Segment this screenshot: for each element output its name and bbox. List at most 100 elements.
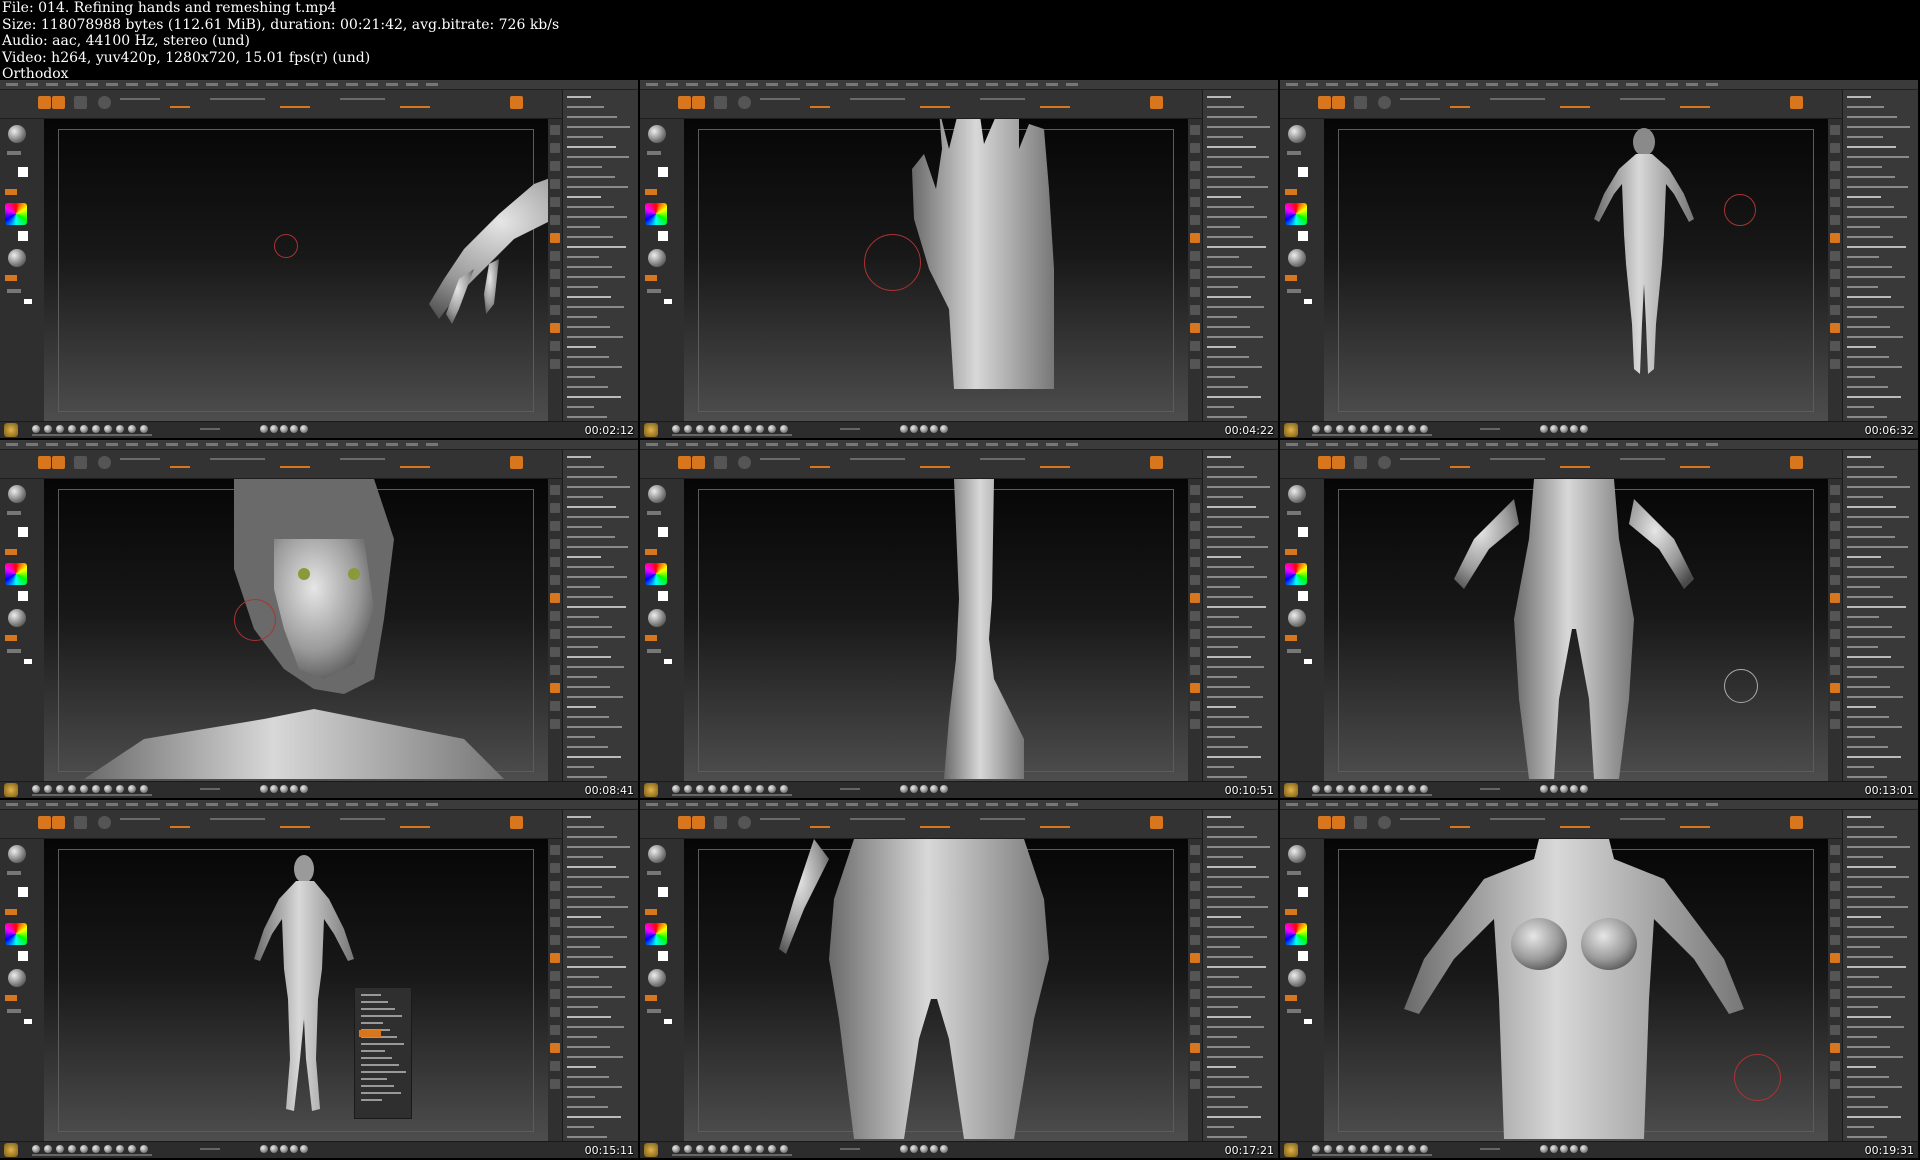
palette-entry[interactable]: [1847, 1106, 1888, 1108]
palette-entry[interactable]: [1847, 156, 1909, 158]
view-control-button[interactable]: [1190, 215, 1200, 225]
view-control-button[interactable]: [550, 845, 560, 855]
stroke-option[interactable]: [7, 871, 21, 875]
palette-entry[interactable]: [567, 566, 614, 568]
view-control-button[interactable]: [1830, 1061, 1840, 1071]
brush-preset-icon[interactable]: [1420, 1145, 1428, 1153]
material-preset-icon[interactable]: [900, 785, 908, 793]
canvas-viewport[interactable]: [684, 119, 1188, 422]
color-swatch[interactable]: [664, 659, 672, 664]
palette-entry[interactable]: [1207, 346, 1236, 348]
view-control-button[interactable]: [550, 503, 560, 513]
canvas-viewport[interactable]: [684, 839, 1188, 1142]
brush-preset-icon[interactable]: [1312, 1145, 1320, 1153]
palette-entry[interactable]: [1847, 246, 1906, 248]
view-control-button[interactable]: [1190, 539, 1200, 549]
toolbar-slider[interactable]: [920, 826, 950, 828]
brush-preset-icon[interactable]: [1408, 425, 1416, 433]
palette-entry[interactable]: [567, 206, 614, 208]
palette-entry[interactable]: [1207, 266, 1252, 268]
view-control-button[interactable]: [1190, 935, 1200, 945]
palette-entry[interactable]: [1207, 576, 1267, 578]
palette-entry[interactable]: [567, 256, 599, 258]
color-picker[interactable]: [1285, 923, 1307, 945]
brush-preset-icon[interactable]: [732, 785, 740, 793]
palette-entry[interactable]: [1207, 726, 1262, 728]
menu-item[interactable]: [1586, 443, 1598, 446]
menu-item[interactable]: [966, 443, 978, 446]
menu-item[interactable]: [326, 803, 338, 806]
toolbar-slider[interactable]: [170, 106, 190, 108]
toolbar-slider[interactable]: [1400, 98, 1440, 100]
menu-item[interactable]: [146, 443, 158, 446]
secondary-color-swatch[interactable]: [18, 951, 28, 961]
brush-preset-icon[interactable]: [1372, 785, 1380, 793]
palette-entry[interactable]: [1207, 216, 1267, 218]
menu-item[interactable]: [1586, 83, 1598, 86]
brush-sphere-icon[interactable]: [1288, 125, 1306, 143]
brush-preset-icon[interactable]: [672, 1145, 680, 1153]
toolbar-slider[interactable]: [760, 98, 800, 100]
color-swatch[interactable]: [664, 299, 672, 304]
toolbar-slider[interactable]: [120, 458, 160, 460]
brush-preset-icon[interactable]: [780, 1145, 788, 1153]
palette-entry[interactable]: [567, 246, 626, 248]
palette-entry[interactable]: [1847, 1116, 1901, 1118]
palette-entry[interactable]: [567, 516, 629, 518]
brush-preset-icon[interactable]: [80, 785, 88, 793]
menu-item[interactable]: [306, 443, 318, 446]
palette-entry[interactable]: [567, 1046, 610, 1048]
toolbar-button[interactable]: [1790, 456, 1803, 469]
view-control-button[interactable]: [1190, 323, 1200, 333]
view-control-button[interactable]: [1190, 179, 1200, 189]
brush-preset-icon[interactable]: [684, 785, 692, 793]
view-control-button[interactable]: [1190, 1025, 1200, 1035]
view-control-button[interactable]: [1830, 521, 1840, 531]
view-control-button[interactable]: [1190, 647, 1200, 657]
view-control-button[interactable]: [1190, 359, 1200, 369]
view-control-button[interactable]: [1190, 197, 1200, 207]
menu-item[interactable]: [186, 443, 198, 446]
toolbar-button[interactable]: [1318, 456, 1331, 469]
texture-option[interactable]: [1285, 275, 1297, 281]
menu-item[interactable]: [1486, 443, 1498, 446]
toolbar-slider[interactable]: [1490, 818, 1545, 820]
palette-entry[interactable]: [1847, 916, 1881, 918]
palette-entry[interactable]: [567, 1116, 621, 1118]
material-sphere-icon[interactable]: [8, 249, 26, 267]
palette-entry[interactable]: [567, 696, 623, 698]
menu-item[interactable]: [1606, 83, 1618, 86]
toolbar-button[interactable]: [678, 456, 691, 469]
menu-item[interactable]: [1326, 443, 1338, 446]
menu-item[interactable]: [326, 83, 338, 86]
toolbar-slider[interactable]: [1560, 106, 1590, 108]
toolbar-slider[interactable]: [1560, 466, 1590, 468]
palette-entry[interactable]: [567, 396, 621, 398]
palette-entry[interactable]: [567, 916, 601, 918]
toolbar-slider[interactable]: [1400, 818, 1440, 820]
menu-item[interactable]: [1066, 803, 1078, 806]
canvas-viewport[interactable]: [1324, 119, 1828, 422]
material-preset-icon[interactable]: [1570, 425, 1578, 433]
view-control-button[interactable]: [550, 287, 560, 297]
menu-item[interactable]: [1546, 443, 1558, 446]
alpha-swatch[interactable]: [18, 167, 28, 177]
palette-entry[interactable]: [567, 926, 614, 928]
brush-preset-icon[interactable]: [780, 425, 788, 433]
palette-entry[interactable]: [1847, 846, 1910, 848]
brush-preset-icon[interactable]: [768, 1145, 776, 1153]
palette-entry[interactable]: [1847, 776, 1887, 778]
material-preset-icon[interactable]: [920, 425, 928, 433]
toolbar-slider[interactable]: [340, 98, 385, 100]
menu-item[interactable]: [406, 83, 418, 86]
color-swatch[interactable]: [1304, 659, 1312, 664]
menu-item[interactable]: [306, 803, 318, 806]
alpha-swatch[interactable]: [18, 527, 28, 537]
toolbar-slider[interactable]: [980, 458, 1025, 460]
brush-preset-icon[interactable]: [1360, 785, 1368, 793]
menu-item[interactable]: [846, 83, 858, 86]
view-control-button[interactable]: [1190, 1061, 1200, 1071]
view-control-button[interactable]: [1190, 485, 1200, 495]
material-preset-icon[interactable]: [1580, 1145, 1588, 1153]
palette-entry[interactable]: [567, 826, 604, 828]
